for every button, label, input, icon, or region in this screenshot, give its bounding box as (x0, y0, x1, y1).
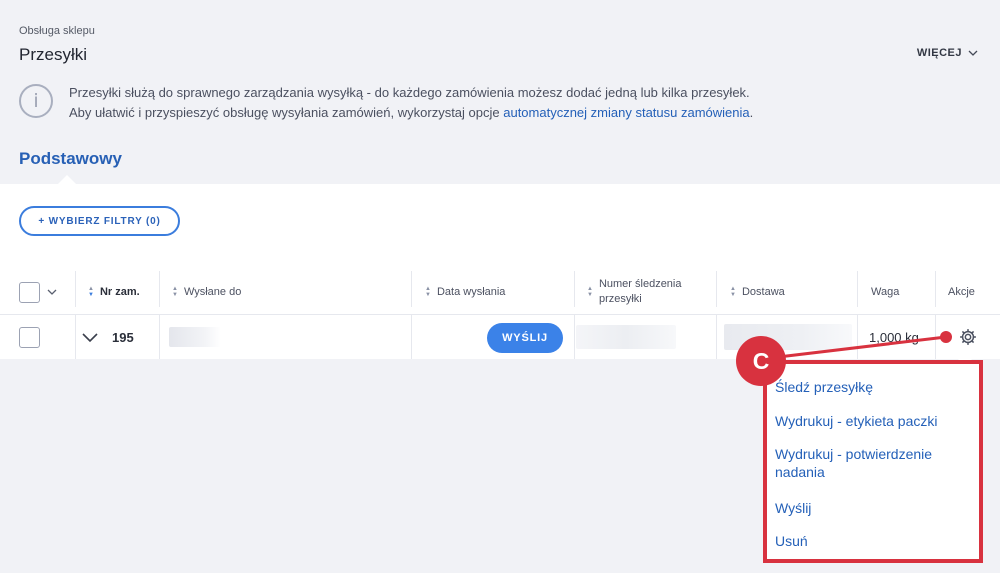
column-weight: Waga (857, 269, 935, 315)
row-select-cell (19, 315, 40, 359)
menu-item-track-shipment[interactable]: Śledź przesyłkę (775, 378, 873, 396)
column-sent-to-label: Wysłane do (183, 286, 242, 298)
table-header: ▲ ▼ Nr zam. ▲ ▼ Wysłane do ▲ ▼ Data wysłani… (0, 269, 1000, 315)
column-tracking-label-line1: Numer śledzenia (598, 278, 682, 290)
table-row: 195 WYŚLIJ 1,000 kg (0, 315, 1000, 359)
column-sent-to[interactable]: ▲ ▼ Wysłane do (159, 269, 411, 315)
menu-item-send[interactable]: Wyślij (775, 499, 811, 517)
column-weight-label: Waga (871, 286, 900, 298)
breadcrumb[interactable]: Obsługa sklepu (19, 25, 95, 37)
tab-basic[interactable]: Podstawowy (19, 149, 122, 169)
redacted-recipient (169, 327, 221, 347)
column-order-no[interactable]: ▲ ▼ Nr zam. (75, 269, 159, 315)
tab-indicator (58, 175, 76, 184)
column-order-no-label: Nr zam. (99, 286, 140, 298)
column-send-date[interactable]: ▲ ▼ Data wysłania (411, 269, 574, 315)
expand-chevron-icon[interactable] (82, 329, 98, 345)
callout-badge: C (736, 336, 786, 386)
more-label: WIĘCEJ (916, 47, 962, 59)
choose-filters-button[interactable]: + WYBIERZ FILTRY (0) (19, 206, 180, 236)
chevron-down-icon[interactable] (46, 286, 58, 298)
menu-item-print-label[interactable]: Wydrukuj - etykieta paczki (775, 412, 937, 430)
send-button[interactable]: WYŚLIJ (487, 323, 563, 353)
sort-icon: ▲ ▼ (587, 286, 593, 298)
tracking-cell (574, 315, 716, 359)
column-delivery[interactable]: ▲ ▼ Dostawa (716, 269, 857, 315)
weight-value: 1,000 kg (869, 329, 919, 345)
info-line-1: Przesyłki służą do sprawnego zarządzania… (69, 85, 750, 100)
callout-dot (940, 331, 952, 343)
column-send-date-label: Data wysłania (436, 286, 506, 298)
dropdown-pointer (958, 353, 972, 360)
page-title: Przesyłki (19, 45, 88, 64)
sort-icon: ▲ ▼ (730, 286, 736, 298)
weight-cell: 1,000 kg (857, 315, 935, 359)
row-checkbox[interactable] (19, 326, 40, 348)
shipments-panel: + WYBIERZ FILTRY (0) ▲ ▼ Nr zam. ▲ ▼ Wysła… (0, 184, 1000, 359)
column-delivery-label: Dostawa (741, 286, 785, 298)
order-number[interactable]: 195 (112, 330, 134, 345)
info-text: Przesyłki służą do sprawnego zarządzania… (69, 83, 753, 123)
order-no-cell: 195 (75, 315, 159, 359)
header-select-cell (19, 269, 58, 315)
column-tracking-label-line2: przesyłki (598, 293, 642, 305)
column-tracking-label: Numer śledzenia przesyłki (599, 277, 682, 307)
sort-icon: ▲ ▼ (88, 286, 94, 298)
gear-icon[interactable] (958, 327, 978, 347)
sent-to-cell (159, 315, 411, 359)
column-actions-label: Akcje (948, 286, 975, 298)
more-button[interactable]: WIĘCEJ (917, 47, 978, 59)
sort-icon: ▲ ▼ (425, 286, 431, 298)
sort-icon: ▲ ▼ (172, 286, 178, 298)
info-icon: i (19, 84, 53, 118)
info-box: i Przesyłki służą do sprawnego zarządzan… (19, 83, 753, 123)
info-line-2-suffix: . (749, 105, 754, 120)
redacted-tracking-number (576, 325, 676, 349)
actions-dropdown: Śledź przesyłkę Wydrukuj - etykieta pacz… (763, 360, 983, 563)
column-tracking[interactable]: ▲ ▼ Numer śledzenia przesyłki (574, 269, 716, 315)
info-line-2-text: Aby ułatwić i przyspieszyć obsługę wysył… (69, 105, 504, 120)
info-line-2: Aby ułatwić i przyspieszyć obsługę wysył… (69, 103, 753, 123)
chevron-down-icon (968, 50, 978, 56)
menu-item-delete[interactable]: Usuń (775, 532, 808, 550)
menu-item-print-confirmation[interactable]: Wydrukuj - potwierdzenie nadania (775, 445, 961, 481)
status-change-link[interactable]: automatycznej zmiany statusu zamówienia (503, 105, 749, 120)
column-actions: Akcje (935, 269, 1000, 315)
select-all-checkbox[interactable] (19, 281, 40, 303)
